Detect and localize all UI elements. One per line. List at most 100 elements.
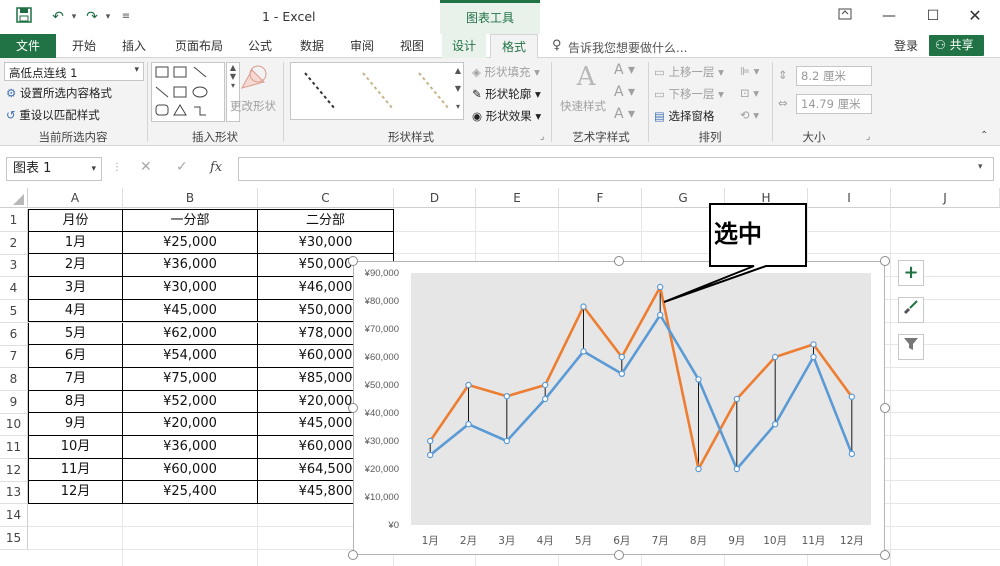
table-header-cell[interactable]: 二分部 <box>258 209 394 232</box>
quick-styles-icon[interactable]: A <box>566 62 606 96</box>
resize-handle-left[interactable] <box>348 403 358 413</box>
customize-qat-icon[interactable]: ≡ <box>116 7 136 27</box>
collapse-ribbon-icon[interactable]: ⌃ <box>980 130 988 141</box>
table-cell[interactable]: 5月 <box>28 322 123 346</box>
table-header-cell[interactable]: 一分部 <box>123 209 258 232</box>
column-header[interactable]: F <box>559 188 642 208</box>
expand-formula-bar-icon[interactable]: ▾ <box>978 162 983 172</box>
rotate-icon[interactable]: ⟲ ▾ <box>740 108 759 122</box>
table-cell[interactable]: 10月 <box>28 436 123 459</box>
column-header[interactable]: D <box>394 188 476 208</box>
table-cell[interactable]: ¥30,000 <box>258 231 394 255</box>
text-effects-icon[interactable]: A ▾ <box>614 106 635 122</box>
align-icon[interactable]: ⊫ ▾ <box>740 64 759 78</box>
table-cell[interactable]: ¥45,000 <box>123 299 258 323</box>
resize-handle-right[interactable] <box>880 403 890 413</box>
change-shape-icon[interactable] <box>238 62 270 102</box>
resize-handle-bottom-left[interactable] <box>348 550 358 560</box>
format-selection-button[interactable]: ⚙ 设置所选内容格式 <box>6 85 112 101</box>
tab-design[interactable]: 设计 <box>442 34 486 58</box>
shape-styles-scroll[interactable]: ▲ ▼ ▾ <box>452 62 464 120</box>
tab-home[interactable]: 开始 <box>64 34 104 58</box>
chart-elements-button[interactable]: + <box>898 260 924 286</box>
table-cell[interactable]: ¥54,000 <box>123 345 258 368</box>
row-header[interactable]: 11 <box>0 436 28 459</box>
table-cell[interactable]: 3月 <box>28 277 123 300</box>
table-cell[interactable]: ¥30,000 <box>123 277 258 300</box>
row-header[interactable]: 5 <box>0 299 28 323</box>
enter-icon[interactable]: ✓ <box>176 159 188 175</box>
row-header[interactable]: 4 <box>0 277 28 301</box>
chart-filters-button[interactable] <box>898 334 924 360</box>
row-header[interactable]: 3 <box>0 254 28 278</box>
row-header[interactable]: 12 <box>0 458 28 482</box>
tab-data[interactable]: 数据 <box>292 34 332 58</box>
table-header-cell[interactable]: 月份 <box>28 209 123 232</box>
table-cell[interactable]: ¥62,000 <box>123 322 258 346</box>
worksheet[interactable]: ABCDEFGHIJ 1 2 3 4 5 6 7 8 9 10 11 12 13 14 15 月份 一分部 二分… <box>0 188 1000 566</box>
shapes-gallery[interactable] <box>151 62 225 122</box>
row-header[interactable]: 14 <box>0 504 28 528</box>
table-cell[interactable]: 8月 <box>28 390 123 414</box>
table-cell[interactable]: ¥52,000 <box>123 390 258 414</box>
table-cell[interactable]: 1月 <box>28 231 123 255</box>
table-cell[interactable]: ¥60,000 <box>123 458 258 482</box>
tab-insert[interactable]: 插入 <box>114 34 154 58</box>
shape-width-input[interactable]: 14.79 厘米 <box>796 94 872 114</box>
tab-file[interactable]: 文件 <box>0 34 56 58</box>
sign-in-link[interactable]: 登录 <box>894 37 918 54</box>
close-icon[interactable]: ✕ <box>962 4 988 28</box>
redo-dropdown-icon[interactable]: ▾ <box>98 7 118 27</box>
bring-forward-button[interactable]: ▭ 上移一层 ▾ <box>654 64 724 80</box>
row-header[interactable]: 2 <box>0 231 28 255</box>
column-header[interactable]: A <box>28 188 123 208</box>
ribbon-display-options-icon[interactable] <box>832 4 858 28</box>
table-cell[interactable]: 9月 <box>28 413 123 436</box>
cancel-icon[interactable]: ✕ <box>140 159 152 175</box>
shape-fill-button[interactable]: ◈ 形状填充 ▾ <box>472 64 540 80</box>
table-cell[interactable]: ¥25,400 <box>123 481 258 505</box>
table-cell[interactable]: 11月 <box>28 458 123 482</box>
table-cell[interactable]: ¥20,000 <box>123 413 258 436</box>
resize-handle-bottom[interactable] <box>614 550 624 560</box>
save-icon[interactable] <box>14 7 34 27</box>
table-cell[interactable]: 4月 <box>28 299 123 323</box>
tab-review[interactable]: 审阅 <box>342 34 382 58</box>
table-cell[interactable]: ¥25,000 <box>123 231 258 255</box>
text-fill-icon[interactable]: A ▾ <box>614 62 635 78</box>
share-button[interactable]: ⚇ 共享 <box>929 35 984 56</box>
table-cell[interactable]: 2月 <box>28 254 123 278</box>
tell-me-input[interactable]: 告诉我您想要做什么... <box>568 39 687 56</box>
table-cell[interactable]: 12月 <box>28 481 123 505</box>
tab-format[interactable]: 格式 <box>490 34 538 58</box>
tab-formulas[interactable]: 公式 <box>240 34 280 58</box>
column-header[interactable]: I <box>808 188 891 208</box>
dialog-launcher-icon[interactable]: ⌟ <box>540 132 544 142</box>
group-objects-icon[interactable]: ⊡ ▾ <box>740 86 759 100</box>
tab-page-layout[interactable]: 页面布局 <box>170 34 228 58</box>
formula-input[interactable] <box>238 157 994 181</box>
undo-dropdown-icon[interactable]: ▾ <box>64 7 84 27</box>
column-header[interactable]: C <box>258 188 394 208</box>
select-all-corner[interactable] <box>0 188 28 208</box>
column-header[interactable]: B <box>123 188 258 208</box>
row-header[interactable]: 7 <box>0 345 28 369</box>
row-header[interactable]: 6 <box>0 322 28 346</box>
shape-outline-button[interactable]: ✎ 形状轮廓 ▾ <box>472 86 541 102</box>
row-header[interactable]: 13 <box>0 481 28 505</box>
row-header[interactable]: 9 <box>0 390 28 414</box>
shape-effects-button[interactable]: ◉ 形状效果 ▾ <box>472 108 541 124</box>
insert-function-icon[interactable]: fx <box>210 160 222 175</box>
selection-pane-button[interactable]: ▤ 选择窗格 <box>654 108 715 124</box>
table-cell[interactable]: ¥36,000 <box>123 254 258 278</box>
tab-view[interactable]: 视图 <box>392 34 432 58</box>
reset-to-match-style-button[interactable]: ↺ 重设以匹配样式 <box>6 107 100 123</box>
row-header[interactable]: 10 <box>0 413 28 437</box>
send-backward-button[interactable]: ▭ 下移一层 ▾ <box>654 86 724 102</box>
row-header[interactable]: 15 <box>0 526 28 550</box>
column-header[interactable]: E <box>476 188 559 208</box>
row-header[interactable]: 1 <box>0 209 28 232</box>
maximize-icon[interactable]: ☐ <box>920 4 946 28</box>
column-header[interactable]: J <box>891 188 1000 208</box>
shape-height-input[interactable]: 8.2 厘米 <box>796 66 872 86</box>
